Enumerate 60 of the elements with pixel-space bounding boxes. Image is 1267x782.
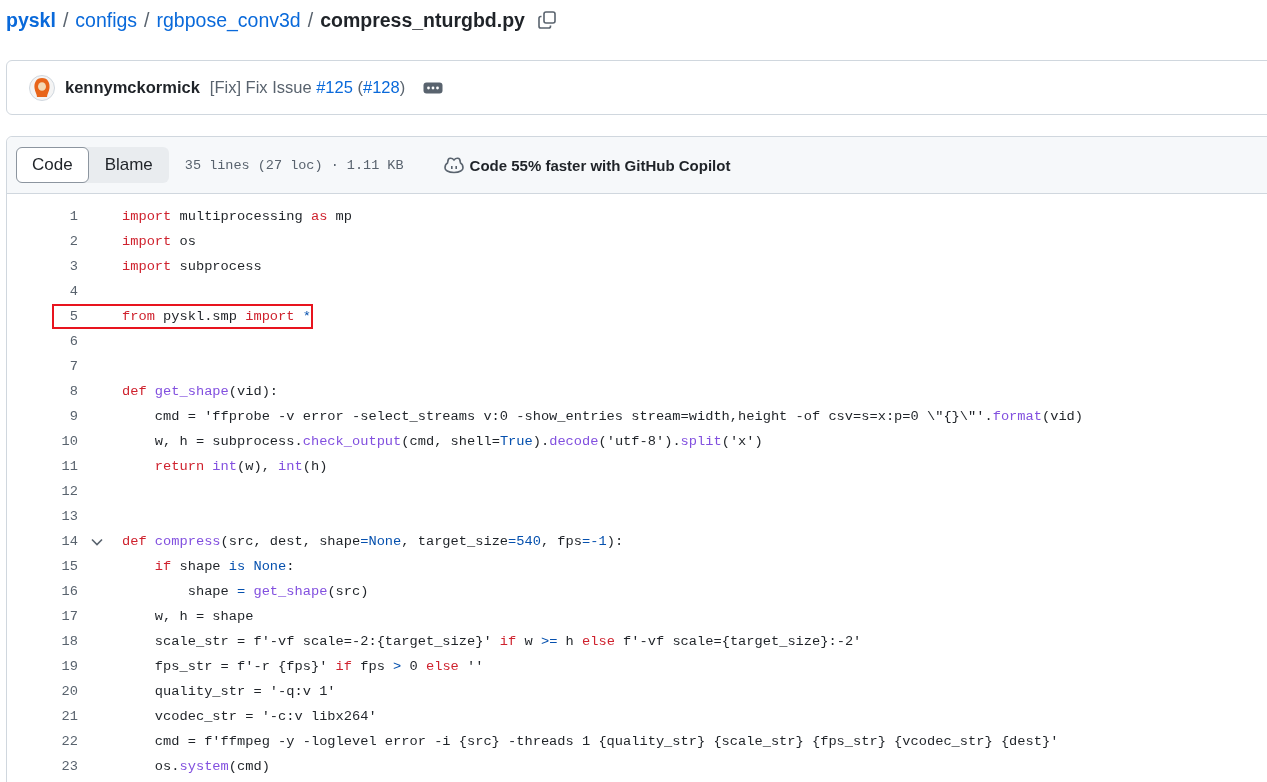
line-number: 16 — [60, 584, 78, 599]
code-line: from pyskl.smp import * — [122, 309, 311, 324]
code-line: w, h = shape — [153, 609, 254, 624]
code-line: fps_str = f'-r {fps}' if fps > 0 else '' — [153, 659, 484, 674]
code-line: return int(w), int(h) — [153, 459, 328, 474]
path-separator: / — [307, 8, 314, 32]
line-number: 21 — [60, 709, 78, 724]
code-line: import multiprocessing as mp — [122, 209, 353, 224]
line-number: 11 — [60, 459, 78, 474]
file-stats: 35 lines (27 loc) · 1.11 KB — [184, 157, 404, 173]
code-line: scale_str = f'-vf scale=-2:{target_size}' if w >= h else f'-vf scale={target_size}:-2' — [153, 634, 862, 649]
more-icon[interactable] — [423, 81, 444, 94]
line-number: 3 — [68, 259, 78, 274]
line-number: 23 — [60, 759, 78, 774]
code-line: shape = get_shape(src) — [186, 584, 369, 599]
line-number: 18 — [60, 634, 78, 649]
issue-link[interactable]: #128 — [363, 78, 400, 96]
line-number: 10 — [60, 434, 78, 449]
code-line: cmd = f'ffmpeg -y -loglevel error -i {src} -threads 1 {quality_str} {scale_str} {fps_str} {vcodec_str} {dest}' — [153, 734, 1059, 749]
code-line: if shape is None: — [153, 559, 295, 574]
line-number: 12 — [60, 484, 78, 499]
code-line: vcodec_str = '-c:v libx264' — [153, 709, 377, 724]
line-number: 20 — [60, 684, 78, 699]
copilot-icon — [443, 156, 464, 174]
line-number: 22 — [60, 734, 78, 749]
line-number: 17 — [60, 609, 78, 624]
line-number: 13 — [60, 509, 78, 524]
commit-message: [Fix] Fix Issue #125 (#128) — [209, 78, 406, 97]
line-number: 2 — [68, 234, 78, 249]
issue-link[interactable]: #125 — [316, 78, 353, 96]
line-number: 14 — [60, 534, 78, 549]
code-line: def compress(src, dest, shape=None, target_size=540, fps=-1): — [122, 534, 624, 549]
line-number: 9 — [68, 409, 78, 424]
code-line: os.system(cmd) — [153, 759, 270, 774]
line-number: 7 — [68, 359, 78, 374]
code-line: import os — [122, 234, 196, 249]
code-line: import subprocess — [122, 259, 262, 274]
line-number: 19 — [60, 659, 78, 674]
line-number: 15 — [60, 559, 78, 574]
breadcrumb-link[interactable]: rgbpose_conv3d — [156, 8, 301, 32]
line-number: 6 — [68, 334, 78, 349]
breadcrumb-link[interactable]: configs — [75, 8, 138, 32]
code-line: quality_str = '-q:v 1' — [153, 684, 336, 699]
path-separator: / — [144, 8, 150, 32]
code-line: cmd = 'ffprobe -v error -select_streams v:0 -show_entries stream=width,height -of csv=s=x:p=0 \"{}\"'.format(vid) — [153, 409, 1084, 424]
line-number: 5 — [68, 309, 78, 324]
breadcrumb-link[interactable]: pyskl — [6, 8, 56, 32]
commit-author[interactable]: kennymckormick — [65, 78, 200, 97]
avatar-icon[interactable] — [29, 74, 55, 101]
view-tab[interactable]: Blame — [88, 147, 169, 183]
code-line: def get_shape(vid): — [122, 384, 279, 399]
line-number: 4 — [68, 284, 78, 299]
line-number: 1 — [68, 209, 78, 224]
view-tab[interactable]: Code — [16, 147, 89, 183]
code-line: w, h = subprocess.check_output(cmd, shell=True).decode('utf-8').split('x') — [153, 434, 763, 449]
copilot-promo[interactable]: Code 55% faster with GitHub Copilot — [469, 156, 731, 174]
line-number: 8 — [68, 384, 78, 399]
file-name: compress_nturgbd.py — [320, 8, 525, 32]
path-separator: / — [62, 8, 69, 32]
copy-icon[interactable] — [536, 10, 557, 30]
